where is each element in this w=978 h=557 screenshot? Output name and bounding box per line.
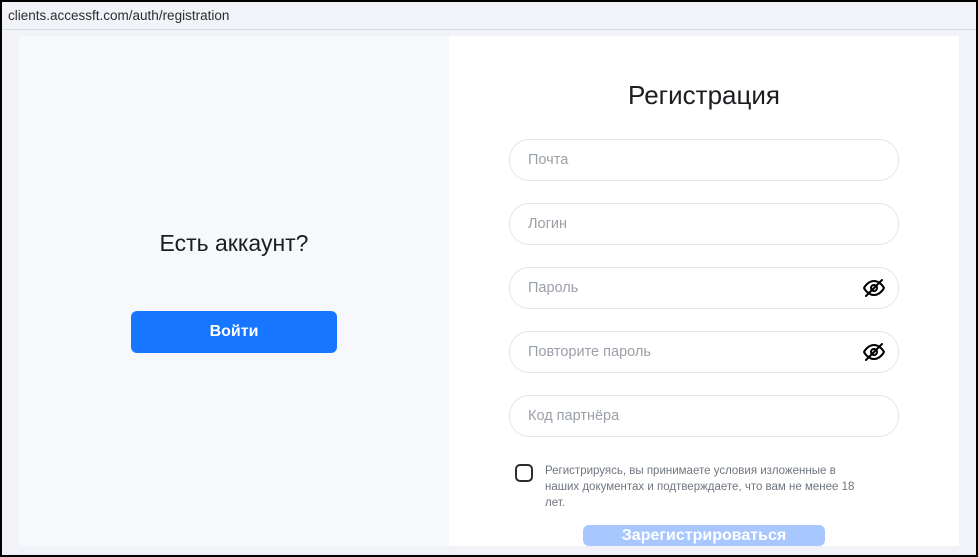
toggle-password2-visibility-button[interactable]: [861, 339, 887, 365]
email-field-wrap: [509, 139, 899, 181]
email-field[interactable]: [509, 139, 899, 181]
login-field[interactable]: [509, 203, 899, 245]
login-panel: Есть аккаунт? Войти: [19, 36, 449, 546]
partner-code-field-wrap: [509, 395, 899, 437]
eye-off-icon: [862, 340, 886, 364]
login-field-wrap: [509, 203, 899, 245]
address-bar-url: clients.accessft.com/auth/registration: [8, 8, 229, 23]
address-bar[interactable]: clients.accessft.com/auth/registration: [2, 2, 976, 30]
registration-panel: Регистрация: [449, 36, 959, 546]
app-wrap: Есть аккаунт? Войти Регистрация: [2, 30, 976, 555]
password2-field-wrap: [509, 331, 899, 373]
register-submit-button[interactable]: Зарегистрироваться: [583, 525, 825, 546]
consent-row: Регистрируясь, вы принимаете условия изл…: [509, 459, 899, 511]
partner-code-field[interactable]: [509, 395, 899, 437]
password-repeat-field[interactable]: [509, 331, 899, 373]
password-field-wrap: [509, 267, 899, 309]
registration-title: Регистрация: [628, 80, 780, 111]
password-field[interactable]: [509, 267, 899, 309]
login-title: Есть аккаунт?: [160, 230, 309, 257]
consent-checkbox[interactable]: [515, 464, 533, 482]
eye-off-icon: [862, 276, 886, 300]
panel-host: Есть аккаунт? Войти Регистрация: [19, 36, 959, 546]
login-button[interactable]: Войти: [131, 311, 337, 353]
toggle-password-visibility-button[interactable]: [861, 275, 887, 301]
consent-text: Регистрируясь, вы принимаете условия изл…: [545, 463, 855, 511]
